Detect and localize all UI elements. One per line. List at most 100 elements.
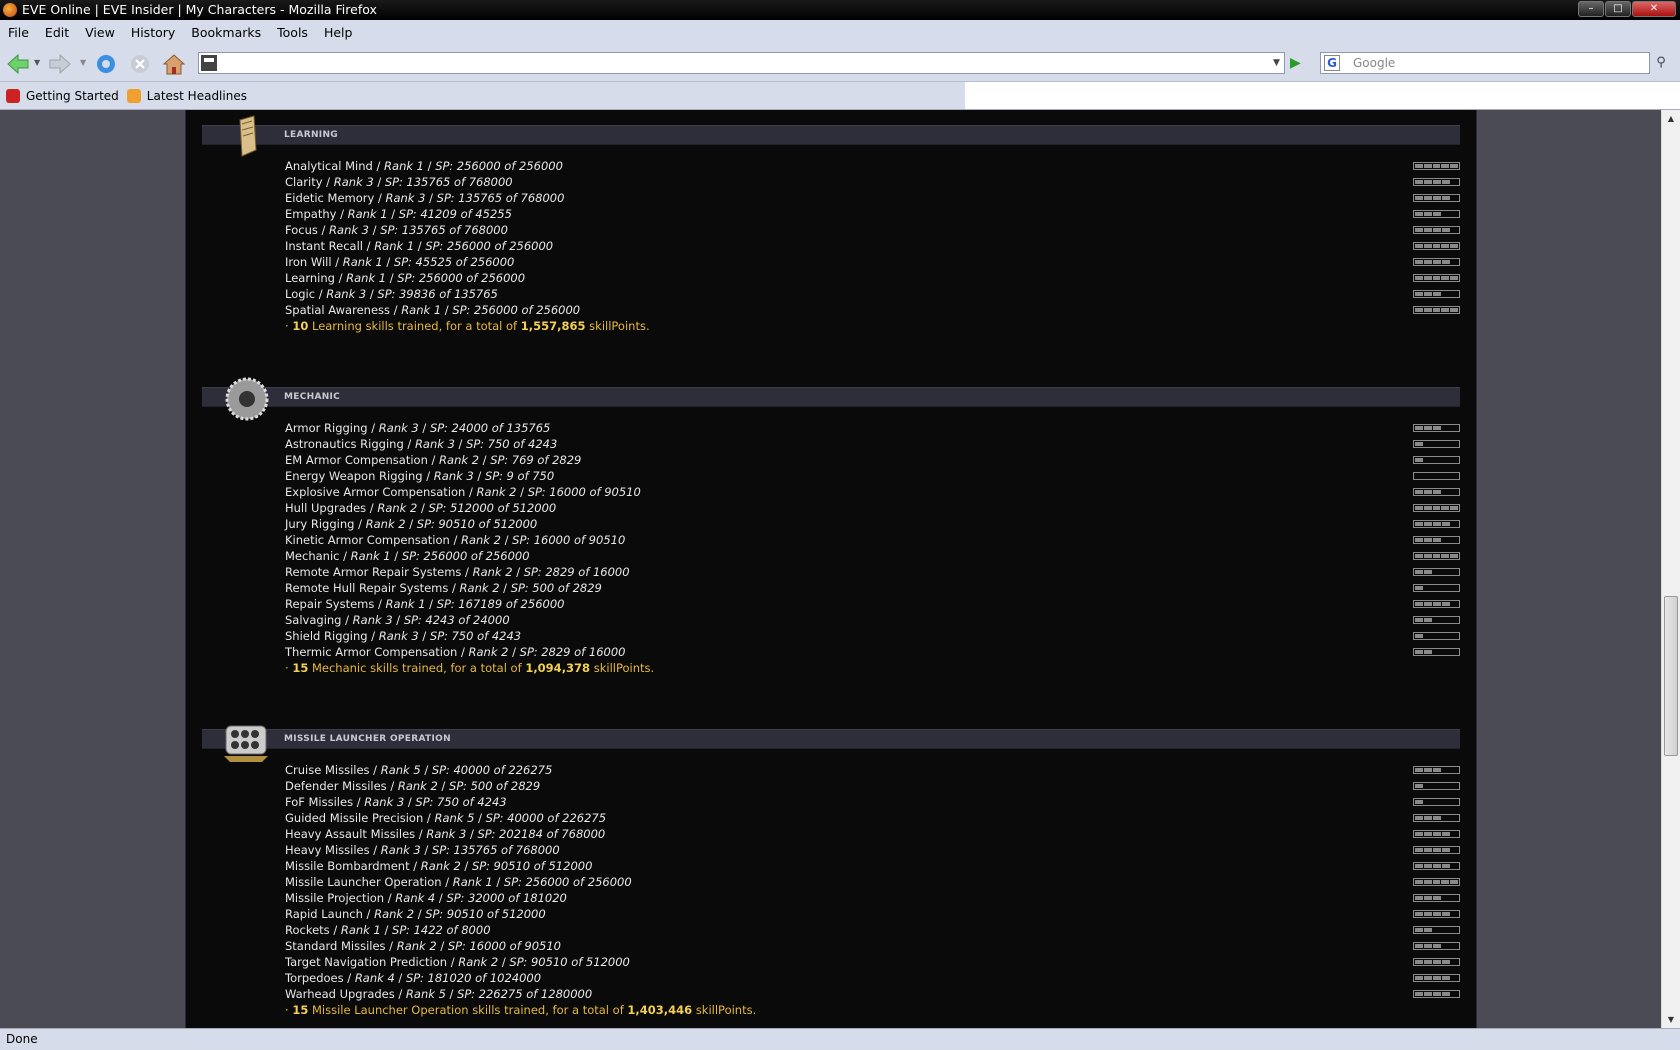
back-icon[interactable]: [6, 53, 30, 75]
skill-level-bar: [1413, 600, 1460, 608]
skill-row: Instant Recall / Rank 1 / SP: 256000 of …: [285, 238, 1476, 254]
skill-row: EM Armor Compensation / Rank 2 / SP: 769…: [285, 452, 1476, 468]
menu-view[interactable]: View: [77, 25, 123, 40]
maximize-button[interactable]: □: [1605, 1, 1631, 17]
scrollbar-thumb[interactable]: [1664, 596, 1678, 756]
skill-name: Eidetic Memory: [285, 191, 375, 205]
level-block: [1433, 538, 1441, 542]
level-block: [1433, 816, 1441, 820]
close-button[interactable]: ✕: [1632, 1, 1676, 17]
status-text: Done: [6, 1032, 38, 1046]
level-block: [1433, 522, 1441, 526]
skill-row: Focus / Rank 3 / SP: 135765 of 768000: [285, 222, 1476, 238]
level-block: [1433, 228, 1441, 232]
skill-name: Heavy Missiles: [285, 843, 370, 857]
skill-name: Cruise Missiles: [285, 763, 370, 777]
level-block: [1442, 976, 1450, 980]
skill-rank: Rank 3: [380, 843, 421, 857]
scroll-up-icon[interactable]: ▲: [1662, 110, 1680, 127]
skill-sp: SP: 39836 of 135765: [377, 287, 498, 301]
level-block: [1424, 976, 1432, 980]
skill-name: Astronautics Rigging: [285, 437, 404, 451]
bookmark-latest-headlines[interactable]: Latest Headlines: [126, 88, 247, 103]
skill-row: Logic / Rank 3 / SP: 39836 of 135765: [285, 286, 1476, 302]
skill-row: Learning / Rank 1 / SP: 256000 of 256000: [285, 270, 1476, 286]
menu-history[interactable]: History: [123, 25, 183, 40]
level-block: [1415, 976, 1423, 980]
level-block: [1450, 276, 1458, 280]
search-input[interactable]: G Google: [1320, 52, 1650, 74]
level-block: [1424, 864, 1432, 868]
level-block: [1424, 228, 1432, 232]
skill-level-bar: [1413, 456, 1460, 464]
level-block: [1424, 196, 1432, 200]
back-dropdown-icon[interactable]: ▼: [34, 58, 40, 67]
level-block: [1442, 196, 1450, 200]
go-button[interactable]: ▶: [1290, 53, 1308, 73]
status-bar: Done: [0, 1028, 1680, 1050]
skill-sp: SP: 750 of 4243: [466, 437, 558, 451]
skill-rank: Rank 1: [384, 159, 424, 173]
skill-level-bar: [1413, 584, 1460, 592]
google-engine-icon[interactable]: G: [1324, 55, 1340, 71]
scroll-down-icon[interactable]: ▼: [1662, 1011, 1680, 1028]
level-block: [1442, 260, 1450, 264]
forward-icon[interactable]: [48, 53, 72, 75]
level-block: [1415, 944, 1423, 948]
skill-name: Hull Upgrades: [285, 501, 367, 515]
level-block: [1415, 800, 1423, 804]
bookmark-getting-started[interactable]: Getting Started: [6, 88, 119, 103]
skill-level-bar: [1413, 632, 1460, 640]
skill-sp: SP: 512000 of 512000: [428, 501, 557, 515]
menu-tools[interactable]: Tools: [269, 25, 316, 40]
minimize-button[interactable]: –: [1578, 1, 1604, 17]
level-block: [1424, 180, 1432, 184]
skill-sp: SP: 90510 of 512000: [471, 859, 593, 873]
skill-row: Missile Projection / Rank 4 / SP: 32000 …: [285, 890, 1476, 906]
url-dropdown-icon[interactable]: ▼: [1269, 53, 1284, 73]
skill-sp: SP: 4243 of 24000: [403, 613, 510, 627]
skill-rank: Rank 2: [468, 645, 509, 659]
skill-name: Analytical Mind: [285, 159, 373, 173]
level-block: [1415, 896, 1423, 900]
menu-edit[interactable]: Edit: [37, 25, 77, 40]
stop-icon[interactable]: [128, 53, 152, 75]
skill-name: Jury Rigging: [285, 517, 355, 531]
skill-row: Cruise Missiles / Rank 5 / SP: 40000 of …: [285, 762, 1476, 778]
skill-row: Repair Systems / Rank 1 / SP: 167189 of …: [285, 596, 1476, 612]
search-icon[interactable]: ⚲: [1650, 52, 1672, 74]
skill-row: Missile Launcher Operation / Rank 1 / SP…: [285, 874, 1476, 890]
skill-rank: Rank 5: [380, 763, 421, 777]
menu-file[interactable]: File: [0, 25, 37, 40]
level-block: [1424, 768, 1432, 772]
menu-help[interactable]: Help: [316, 25, 361, 40]
level-block: [1415, 180, 1423, 184]
skill-name: Target Navigation Prediction: [285, 955, 448, 969]
skill-level-bar: [1413, 814, 1460, 822]
level-block: [1424, 292, 1432, 296]
level-block: [1432, 164, 1441, 168]
level-block: [1415, 164, 1423, 168]
skill-rank: Rank 2: [439, 453, 480, 467]
skill-rank: Rank 2: [476, 485, 517, 499]
skill-row: Torpedoes / Rank 4 / SP: 181020 of 10240…: [285, 970, 1476, 986]
bookmarks-toolbar: Getting Started Latest Headlines: [0, 82, 1680, 110]
level-block: [1415, 768, 1423, 772]
skill-group: Learning Analytical Mind / Rank 1 / SP: 2…: [186, 115, 1476, 334]
skill-row: Heavy Assault Missiles / Rank 3 / SP: 20…: [285, 826, 1476, 842]
menu-bookmarks[interactable]: Bookmarks: [183, 25, 269, 40]
skill-level-bar: [1413, 504, 1460, 512]
reload-icon[interactable]: [94, 53, 118, 75]
url-input[interactable]: [198, 52, 1285, 74]
skill-level-bar: [1413, 424, 1460, 432]
skill-row: Rockets / Rank 1 / SP: 1422 of 8000: [285, 922, 1476, 938]
skill-sp: SP: 90510 of 512000: [416, 517, 538, 531]
level-block: [1424, 928, 1432, 932]
skill-name: Missile Launcher Operation: [285, 875, 442, 889]
level-block: [1423, 164, 1432, 168]
skill-name: Instant Recall: [285, 239, 363, 253]
page-scrollbar[interactable]: ▲ ▼: [1661, 110, 1680, 1028]
forward-dropdown-icon[interactable]: ▼: [80, 58, 86, 67]
home-icon[interactable]: [162, 53, 186, 75]
level-block: [1441, 506, 1450, 510]
